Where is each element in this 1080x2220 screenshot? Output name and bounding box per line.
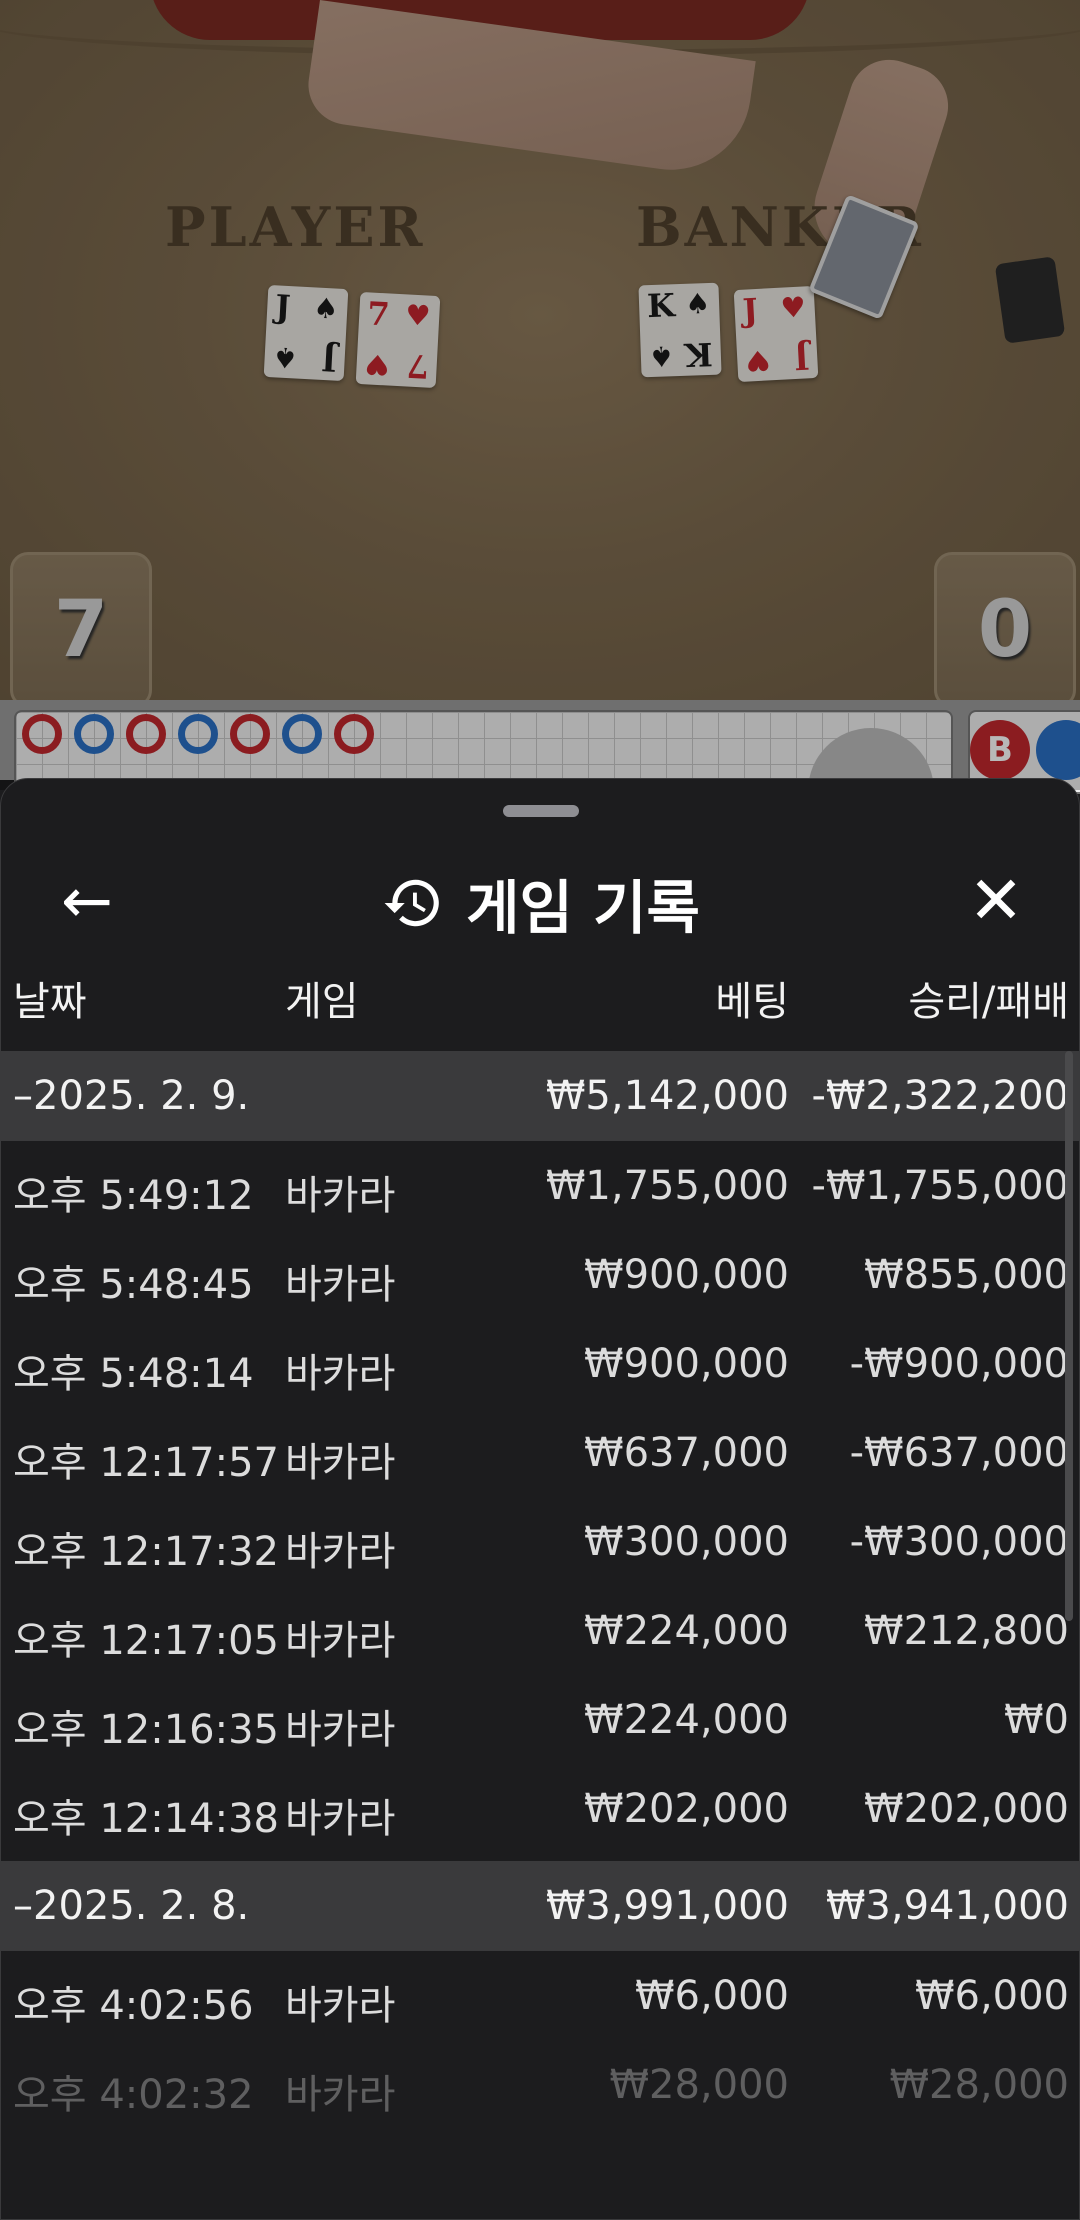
column-header-result: 승리/패배 — [908, 979, 1069, 1025]
row-game: 바카라 — [285, 1796, 396, 1842]
row-bet: ₩28,000 — [609, 2062, 789, 2108]
table-row[interactable]: 오후 5:48:14 바카라 ₩900,000 -₩900,000 — [1, 1319, 1079, 1408]
row-time: 오후 5:48:45 — [13, 1262, 254, 1308]
close-icon[interactable]: ✕ — [951, 861, 1041, 941]
page-title: 게임 기록 — [1, 863, 1079, 943]
table-row[interactable]: 오후 12:14:38 바카라 ₩202,000 ₩202,000 — [1, 1764, 1079, 1853]
row-time: 오후 12:17:32 — [13, 1529, 279, 1575]
row-result: ₩855,000 — [864, 1252, 1069, 1298]
table-row[interactable]: 오후 12:17:05 바카라 ₩224,000 ₩212,800 — [1, 1586, 1079, 1675]
history-icon — [384, 879, 439, 927]
row-result: -₩900,000 — [849, 1341, 1069, 1387]
group-bet-total: ₩5,142,000 — [545, 1073, 789, 1119]
row-game: 바카라 — [285, 1173, 396, 1219]
row-result: ₩6,000 — [914, 1973, 1069, 2019]
row-bet: ₩1,755,000 — [545, 1163, 789, 1209]
row-result: ₩212,800 — [864, 1608, 1069, 1654]
table-row[interactable]: 오후 12:16:35 바카라 ₩224,000 ₩0 — [1, 1675, 1079, 1764]
row-time: 오후 12:16:35 — [13, 1707, 279, 1753]
table-row[interactable]: 오후 12:17:32 바카라 ₩300,000 -₩300,000 — [1, 1497, 1079, 1586]
row-bet: ₩6,000 — [634, 1973, 789, 2019]
row-game: 바카라 — [285, 1618, 396, 1664]
row-result: ₩28,000 — [889, 2062, 1069, 2108]
column-header-game: 게임 — [285, 979, 359, 1025]
group-date: –2025. 2. 8. — [13, 1883, 250, 1929]
group-result-total: ₩3,941,000 — [825, 1883, 1069, 1929]
row-game: 바카라 — [285, 2072, 396, 2118]
row-game: 바카라 — [285, 1707, 396, 1753]
overlay-dim[interactable] — [0, 0, 1080, 790]
row-game: 바카라 — [285, 1262, 396, 1308]
table-row[interactable]: 오후 12:17:57 바카라 ₩637,000 -₩637,000 — [1, 1408, 1079, 1497]
scrollbar[interactable] — [1065, 1051, 1073, 1621]
column-header-date: 날짜 — [13, 979, 87, 1025]
group-bet-total: ₩3,991,000 — [545, 1883, 789, 1929]
row-result: -₩300,000 — [849, 1519, 1069, 1565]
sheet-title: 게임 기록 — [466, 874, 700, 942]
table-row[interactable]: 오후 4:02:56 바카라 ₩6,000 ₩6,000 — [1, 1951, 1079, 2040]
row-time: 오후 12:17:05 — [13, 1618, 279, 1664]
row-time: 오후 4:02:32 — [13, 2072, 254, 2118]
row-game: 바카라 — [285, 1983, 396, 2029]
row-bet: ₩224,000 — [584, 1608, 789, 1654]
row-bet: ₩900,000 — [584, 1252, 789, 1298]
date-group-row[interactable]: –2025. 2. 8. ₩3,991,000 ₩3,941,000 — [1, 1861, 1079, 1951]
row-bet: ₩300,000 — [584, 1519, 789, 1565]
row-bet: ₩224,000 — [584, 1697, 789, 1743]
column-header-bet: 베팅 — [715, 979, 789, 1025]
row-time: 오후 12:17:57 — [13, 1440, 279, 1486]
row-bet: ₩637,000 — [584, 1430, 789, 1476]
row-time: 오후 5:48:14 — [13, 1351, 254, 1397]
sheet-header: ← 게임 기록 ✕ — [1, 839, 1079, 959]
row-game: 바카라 — [285, 1440, 396, 1486]
row-time: 오후 12:14:38 — [13, 1796, 279, 1842]
group-result-total: -₩2,322,200 — [811, 1073, 1069, 1119]
row-result: ₩0 — [1004, 1697, 1069, 1743]
row-game: 바카라 — [285, 1351, 396, 1397]
row-result: -₩1,755,000 — [811, 1163, 1069, 1209]
row-game: 바카라 — [285, 1529, 396, 1575]
table-header: 날짜 게임 베팅 승리/패배 — [1, 969, 1079, 1039]
row-bet: ₩900,000 — [584, 1341, 789, 1387]
row-time: 오후 5:49:12 — [13, 1173, 254, 1219]
table-row[interactable]: 오후 5:48:45 바카라 ₩900,000 ₩855,000 — [1, 1230, 1079, 1319]
date-group-row[interactable]: –2025. 2. 9. ₩5,142,000 -₩2,322,200 — [1, 1051, 1079, 1141]
row-result: -₩637,000 — [849, 1430, 1069, 1476]
table-row[interactable]: 오후 4:02:32 바카라 ₩28,000 ₩28,000 — [1, 2040, 1079, 2129]
table-row[interactable]: 오후 5:49:12 바카라 ₩1,755,000 -₩1,755,000 — [1, 1141, 1079, 1230]
row-bet: ₩202,000 — [584, 1786, 789, 1832]
sheet-grabber[interactable] — [503, 805, 579, 817]
row-time: 오후 4:02:56 — [13, 1983, 254, 2029]
row-result: ₩202,000 — [864, 1786, 1069, 1832]
game-history-sheet: ← 게임 기록 ✕ 날짜 게임 베팅 승리/패배 –2025. 2. 9. ₩5,… — [0, 778, 1080, 2220]
group-date: –2025. 2. 9. — [13, 1073, 250, 1119]
